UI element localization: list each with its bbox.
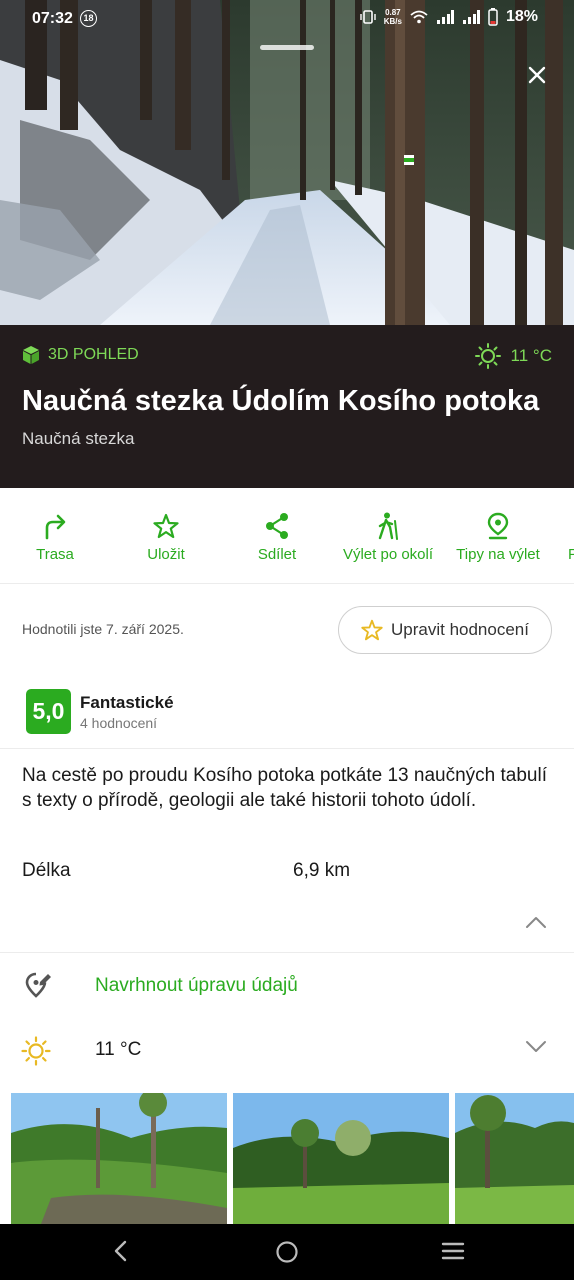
view-3d-button[interactable]: 3D POHLED: [22, 345, 139, 365]
gallery-photo-image: [455, 1093, 574, 1224]
action-route-label: Trasa: [36, 546, 74, 563]
action-trip-tips-label: Tipy na výlet: [456, 546, 540, 563]
action-more-label: P: [568, 546, 574, 563]
suggest-edit-link[interactable]: Navrhnout úpravu údajů: [95, 975, 298, 997]
wifi-icon: [410, 10, 428, 24]
header-weather[interactable]: 11 °C: [474, 343, 552, 369]
close-button[interactable]: [520, 58, 554, 92]
page-subtitle: Naučná stezka: [22, 429, 135, 448]
route-icon: [45, 514, 66, 540]
action-save-label: Uložit: [147, 546, 185, 563]
divider: [0, 748, 574, 749]
battery-percent: 18%: [505, 8, 538, 25]
chevron-up-icon: [526, 917, 546, 928]
star-icon: [153, 513, 179, 539]
gallery-photo-image: [11, 1093, 227, 1224]
cube-icon: [23, 346, 39, 364]
action-bar: Trasa Uložit Sdílet Výlet po okolí Tipy …: [0, 488, 574, 584]
hero-photo[interactable]: 07:32 18 0.87 KB/s 18%: [0, 0, 574, 325]
notification-badge: 18: [80, 10, 97, 27]
weather-expand-button[interactable]: [525, 1040, 547, 1059]
gallery-photo[interactable]: [11, 1093, 227, 1224]
poi-header: 3D POHLED 11 °C Naučná stezka Údolím Kos…: [0, 325, 574, 488]
gallery-photo-image: [233, 1093, 449, 1224]
signal-icon: [436, 10, 454, 24]
signal-icon-2: [462, 10, 480, 24]
action-save[interactable]: Uložit: [111, 510, 221, 563]
sun-icon: [474, 343, 501, 369]
location-pin-icon: [487, 512, 509, 540]
edit-location-icon: [25, 972, 51, 998]
gallery-photo[interactable]: [233, 1093, 449, 1224]
nav-back-button[interactable]: [112, 1240, 130, 1267]
nav-home-button[interactable]: [275, 1240, 299, 1269]
system-nav-bar: [0, 1224, 574, 1280]
description-text: Na cestě po proudu Kosího potoka potkáte…: [22, 765, 547, 811]
action-trip-tips[interactable]: Tipy na výlet: [443, 510, 553, 563]
network-speed: 0.87 KB/s: [384, 8, 402, 26]
weather-temperature: 11 °C: [95, 1039, 142, 1060]
length-label: Délka: [22, 860, 71, 881]
sun-icon: [21, 1036, 51, 1066]
rating-count[interactable]: 4 hodnocení: [80, 715, 157, 731]
action-share[interactable]: Sdílet: [222, 510, 332, 563]
close-icon: [528, 66, 546, 84]
status-time: 07:32: [32, 10, 73, 27]
action-more[interactable]: P: [554, 510, 574, 563]
action-route[interactable]: Trasa: [0, 510, 110, 563]
vibrate-icon: [360, 10, 376, 24]
hiker-icon: [378, 512, 398, 540]
suggest-edit-icon-wrap: [24, 970, 52, 1005]
collapse-button[interactable]: [525, 915, 547, 934]
star-outline-icon: [361, 619, 383, 641]
home-icon: [276, 1241, 298, 1263]
rated-date-text: Hodnotili jste 7. září 2025.: [22, 621, 184, 637]
drag-handle[interactable]: [260, 45, 314, 50]
status-bar: 07:32 18 0.87 KB/s 18%: [0, 0, 574, 38]
length-value: 6,9 km: [293, 860, 351, 881]
gallery-photo[interactable]: [455, 1093, 574, 1224]
speed-unit: KB/s: [383, 17, 402, 26]
rating-label: Fantastické: [80, 693, 174, 712]
photo-gallery[interactable]: [0, 1093, 574, 1224]
action-share-label: Sdílet: [257, 546, 297, 563]
nav-recents-button[interactable]: [441, 1240, 465, 1267]
battery-icon: [488, 8, 498, 26]
edit-rating-label: Upravit hodnocení: [391, 620, 529, 639]
chevron-down-icon: [526, 1041, 546, 1052]
page-title: Naučná stezka Údolím Kosího potoka: [22, 385, 540, 417]
action-nearby-trip-label: Výlet po okolí: [342, 546, 434, 563]
back-icon: [114, 1240, 127, 1262]
speed-value: 0.87: [385, 8, 401, 17]
rating-score-badge: 5,0: [26, 689, 71, 734]
divider: [0, 952, 574, 953]
menu-icon: [441, 1242, 465, 1260]
action-nearby-trip[interactable]: Výlet po okolí: [333, 510, 443, 563]
header-temperature: 11 °C: [510, 346, 552, 365]
weather-icon-wrap: [21, 1036, 51, 1071]
edit-rating-button[interactable]: Upravit hodnocení: [338, 606, 552, 654]
view-3d-label: 3D POHLED: [48, 346, 139, 363]
share-icon: [266, 513, 288, 539]
